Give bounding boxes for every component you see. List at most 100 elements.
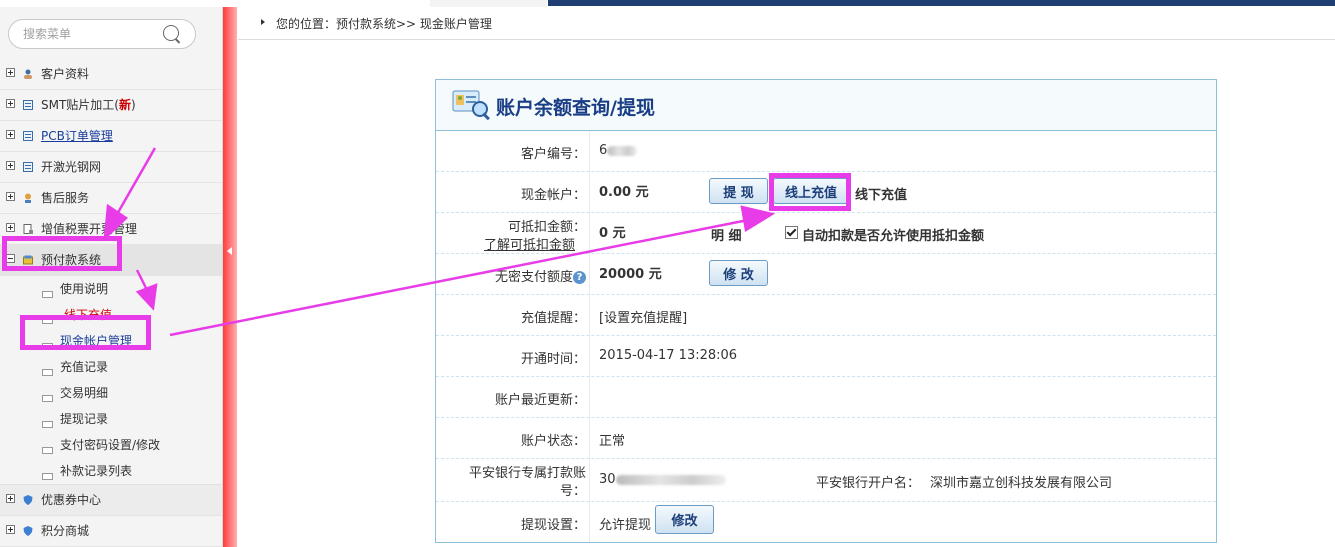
expand-icon[interactable] [6, 192, 15, 201]
expand-icon[interactable] [6, 161, 15, 170]
page-icon [42, 395, 53, 402]
sidebar-item-stencil[interactable]: 开激光钢网 [0, 152, 222, 183]
sidebar-item-label: 客户资料 [41, 67, 90, 81]
annotation-box-online-recharge [769, 173, 851, 211]
row-label: 提现设置： [520, 518, 586, 533]
search-box [8, 19, 196, 49]
set-reminder-link[interactable]: [设置充值提醒] [599, 307, 687, 326]
collapse-arrow-icon[interactable] [227, 247, 232, 255]
sidebar-subitem-label: 提现记录 [60, 412, 109, 426]
row-label: 无密支付额度? [436, 266, 586, 285]
invoice-icon [23, 224, 33, 234]
row-opened-time: 开通时间： 2015-04-17 13:28:06 [436, 336, 1216, 377]
sidebar-subitem-label: 补款记录列表 [60, 464, 133, 478]
row-deductible: 可抵扣金额： 了解可抵扣金额 0 元 明 细 自动扣款是否允许使用抵扣金额 [436, 213, 1216, 254]
row-nopwd-limit: 无密支付额度? 20000 元 修 改 [436, 254, 1216, 295]
deductible-value: 0 元 [599, 226, 626, 241]
account-panel: 账户余额查询/提现 客户编号： 6 现金帐户： 0.00 元 提 现 线上充值 … [435, 79, 1217, 543]
withdraw-setting-value: 允许提现 [599, 518, 652, 533]
document-icon [23, 100, 33, 110]
bank-account-value: 30 [599, 472, 726, 487]
top-banner [548, 0, 1335, 6]
sidebar-subitem-paypwd[interactable]: 支付密码设置/修改 [0, 432, 222, 458]
sidebar-subitem-label: 交易明细 [60, 386, 109, 400]
top-strip [0, 0, 1335, 8]
shield-icon [23, 495, 33, 505]
sidebar-item-points-mall[interactable]: 积分商城 [0, 516, 222, 547]
row-customer-no: 客户编号： 6 [436, 131, 1216, 172]
sidebar-item-pcb[interactable]: PCB订单管理 [0, 121, 222, 152]
sidebar-subitem-guide[interactable]: 使用说明 [0, 276, 222, 302]
sidebar-item-smt[interactable]: SMT贴片加工(新) [0, 90, 222, 121]
annotation-box-cash-account [20, 315, 151, 350]
row-bank-account: 平安银行专属打款账 号： 30 平安银行开户名： 深圳市嘉立创科技发展有限公司 [436, 459, 1216, 502]
expand-icon[interactable] [6, 68, 15, 77]
account-status-value: 正常 [599, 434, 626, 449]
shield-icon [23, 526, 33, 536]
sidebar-item-label: 开激光钢网 [41, 160, 102, 174]
document-icon [23, 162, 33, 172]
modify-limit-button[interactable]: 修 改 [709, 260, 768, 286]
sidebar-subitem-transactions[interactable]: 交易明细 [0, 380, 222, 406]
row-label: 开通时间： [520, 352, 586, 367]
sidebar-item-coupons[interactable]: 优惠券中心 [0, 484, 222, 516]
row-label: 现金帐户： [520, 188, 586, 203]
page-icon [42, 421, 53, 428]
row-account-status: 账户状态： 正常 [436, 418, 1216, 459]
row-label: 客户编号： [520, 147, 586, 162]
sidebar-subitem-recharge-records[interactable]: 充值记录 [0, 354, 222, 380]
expand-icon[interactable] [6, 130, 15, 139]
panel-title: 账户余额查询/提现 [496, 97, 655, 119]
row-last-update: 账户最近更新： [436, 377, 1216, 418]
support-icon [25, 193, 31, 203]
cash-balance-value: 0.00 元 [599, 185, 649, 200]
row-label-cont: 号： [559, 484, 586, 499]
row-recharge-reminder: 充值提醒： [设置充值提醒] [436, 295, 1216, 336]
sidebar-item-label: 优惠券中心 [41, 493, 102, 507]
expand-icon[interactable] [6, 99, 15, 108]
sidebar-menu: 客户资料 SMT贴片加工(新) PCB订单管理 开激光钢网 售后服务 增值税票开… [0, 59, 222, 547]
customer-no-value: 6 [599, 143, 638, 158]
learn-deductible-link[interactable]: 了解可抵扣金额 [436, 234, 575, 253]
deductible-detail-link[interactable]: 明 细 [711, 225, 742, 244]
sidebar-item-label[interactable]: PCB订单管理 [41, 121, 113, 151]
expand-icon[interactable] [6, 525, 15, 534]
sidebar-subitem-label: 充值记录 [60, 360, 109, 374]
expand-icon[interactable] [6, 223, 15, 232]
sidebar-item-aftersale[interactable]: 售后服务 [0, 183, 222, 214]
sidebar-collapse-handle[interactable] [223, 7, 237, 547]
search-input[interactable] [23, 26, 153, 42]
breadcrumb-text: 您的位置：预付款系统>> 现金账户管理 [276, 17, 492, 31]
breadcrumb: 您的位置：预付款系统>> 现金账户管理 [238, 7, 1335, 40]
row-label: 账户最近更新： [494, 393, 586, 408]
row-label: 平安银行专属打款账 [468, 466, 586, 481]
page-icon [42, 291, 53, 298]
row-withdraw-setting: 提现设置： 允许提现 修改 [436, 502, 1216, 542]
nopwd-limit-value: 20000 元 [599, 267, 662, 282]
search-icon[interactable] [163, 25, 179, 41]
sidebar-subitem-withdraw-records[interactable]: 提现记录 [0, 406, 222, 432]
sidebar: 客户资料 SMT贴片加工(新) PCB订单管理 开激光钢网 售后服务 增值税票开… [0, 7, 223, 547]
auto-deduct-checkbox[interactable] [785, 226, 798, 239]
auto-deduct-label: 自动扣款是否允许使用抵扣金额 [802, 229, 985, 244]
panel-header: 账户余额查询/提现 [436, 80, 1216, 131]
page-icon [42, 447, 53, 454]
user-icon [24, 69, 32, 79]
annotation-box-prepaid [2, 236, 122, 271]
withdraw-button[interactable]: 提 现 [709, 178, 768, 204]
sidebar-subitem-label: 支付密码设置/修改 [60, 438, 161, 452]
breadcrumb-arrow-icon [261, 19, 265, 25]
page-icon [42, 473, 53, 480]
sidebar-item-label: 积分商城 [41, 524, 90, 538]
help-icon[interactable]: ? [573, 271, 586, 284]
sidebar-item-label: SMT贴片加工(新) [41, 98, 136, 112]
sidebar-item-customer[interactable]: 客户资料 [0, 59, 222, 90]
sidebar-subitem-supplement[interactable]: 补款记录列表 [0, 458, 222, 484]
row-label: 账户状态： [520, 434, 586, 449]
row-label: 充值提醒： [520, 311, 586, 326]
expand-icon[interactable] [6, 494, 15, 503]
sidebar-item-label: 售后服务 [41, 191, 90, 205]
offline-recharge-link[interactable]: 线下充值 [855, 184, 907, 203]
modify-withdraw-button[interactable]: 修改 [655, 505, 714, 534]
new-badge: 新 [118, 98, 131, 112]
